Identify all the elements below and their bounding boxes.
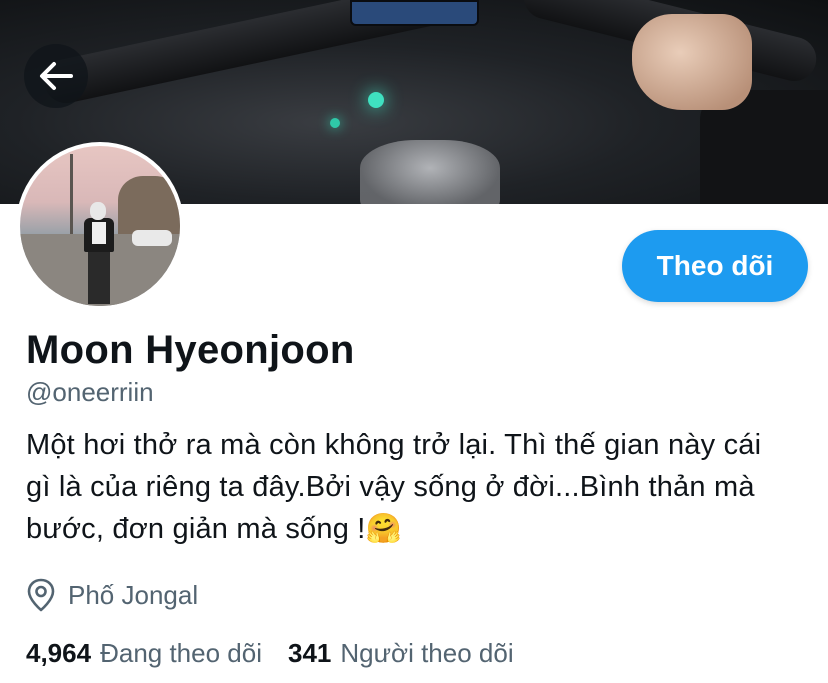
profile-location: Phố Jongal [26, 578, 198, 612]
arrow-left-icon [40, 62, 73, 90]
followers-count: 341 [287, 638, 332, 668]
avatar-person-shirt [92, 222, 106, 244]
avatar-car [132, 230, 172, 246]
profile-bio: Một hơi thở ra mà còn không trở lại. Thì… [26, 429, 762, 545]
banner-light-small [330, 118, 340, 128]
location-text: Phố Jongal [68, 579, 199, 610]
banner-dashboard [350, 0, 479, 26]
banner-bag [360, 140, 500, 204]
avatar[interactable] [16, 142, 184, 310]
avatar-tree [118, 176, 180, 236]
user-handle: @oneerriin [26, 377, 154, 407]
following-count: 4,964 [26, 638, 92, 668]
banner-hand [632, 14, 752, 110]
back-button[interactable] [24, 44, 88, 108]
following-label: Đang theo dõi [100, 638, 262, 668]
followers-link[interactable]: 341 Người theo dõi [288, 638, 514, 669]
display-name: Moon Hyeonjoon [26, 328, 355, 372]
followers-label: Người theo dõi [340, 638, 514, 668]
following-link[interactable]: 4,964 Đang theo dõi [26, 638, 262, 669]
banner-light [368, 92, 384, 108]
avatar-pole [70, 154, 73, 244]
avatar-person-legs [88, 250, 110, 304]
location-pin-icon [27, 578, 55, 612]
follow-button[interactable]: Theo dõi [622, 230, 808, 302]
avatar-photo [20, 146, 180, 306]
profile-stats: 4,964 Đang theo dõi 341 Người theo dõi [26, 638, 514, 669]
avatar-person-head [90, 202, 106, 220]
